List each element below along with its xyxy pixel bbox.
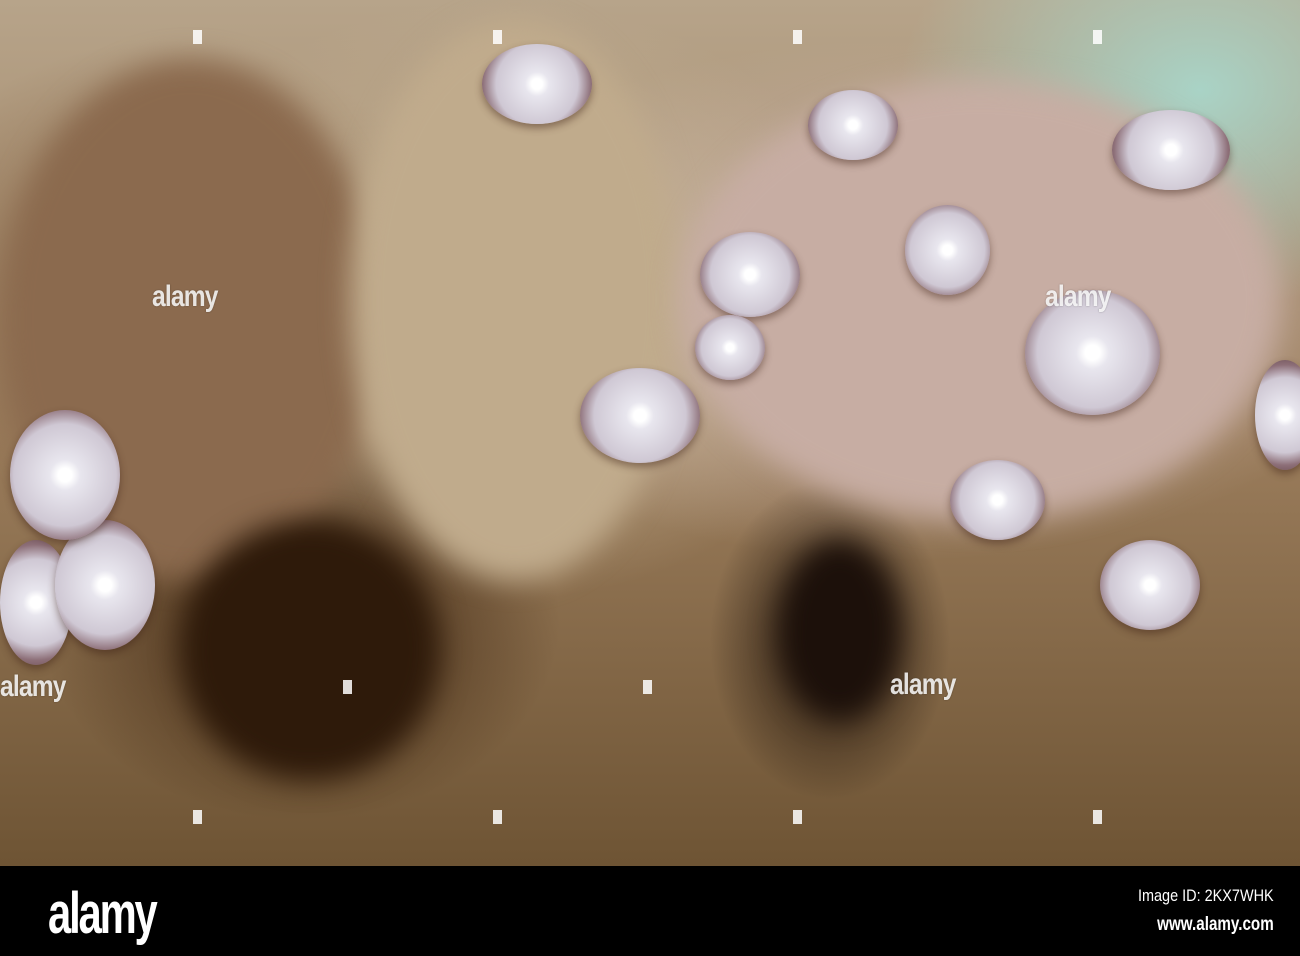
watermark: alamy <box>890 668 956 701</box>
watermark: alamy <box>1045 280 1111 313</box>
image-id: Image ID: 2KX7WHK <box>1138 886 1274 905</box>
watermark-mark <box>643 680 652 694</box>
watermark: alamy <box>0 670 66 703</box>
sucker <box>1255 360 1300 470</box>
octopus-photo: alamy alamy alamy alamy <box>0 0 1300 866</box>
sucker <box>1100 540 1200 630</box>
watermark-mark <box>793 30 802 44</box>
sucker <box>695 315 765 380</box>
sucker <box>905 205 990 295</box>
website-link[interactable]: www.alamy.com <box>1157 914 1274 936</box>
watermark: alamy <box>152 280 218 313</box>
sucker <box>10 410 120 540</box>
sucker <box>700 232 800 317</box>
watermark-mark <box>193 30 202 44</box>
sucker <box>808 90 898 160</box>
dark-gap <box>780 540 900 720</box>
dark-shadow <box>180 520 440 780</box>
watermark-mark <box>193 810 202 824</box>
watermark-mark <box>1093 810 1102 824</box>
watermark-mark <box>1093 30 1102 44</box>
sucker <box>950 460 1045 540</box>
watermark-mark <box>493 810 502 824</box>
watermark-mark <box>343 680 352 694</box>
watermark-mark <box>793 810 802 824</box>
alamy-logo: alamy <box>48 881 158 946</box>
footer-bar: alamy Image ID: 2KX7WHK www.alamy.com <box>0 866 1300 956</box>
sucker <box>580 368 700 463</box>
sucker <box>482 44 592 124</box>
sucker <box>1112 110 1230 190</box>
watermark-mark <box>493 30 502 44</box>
